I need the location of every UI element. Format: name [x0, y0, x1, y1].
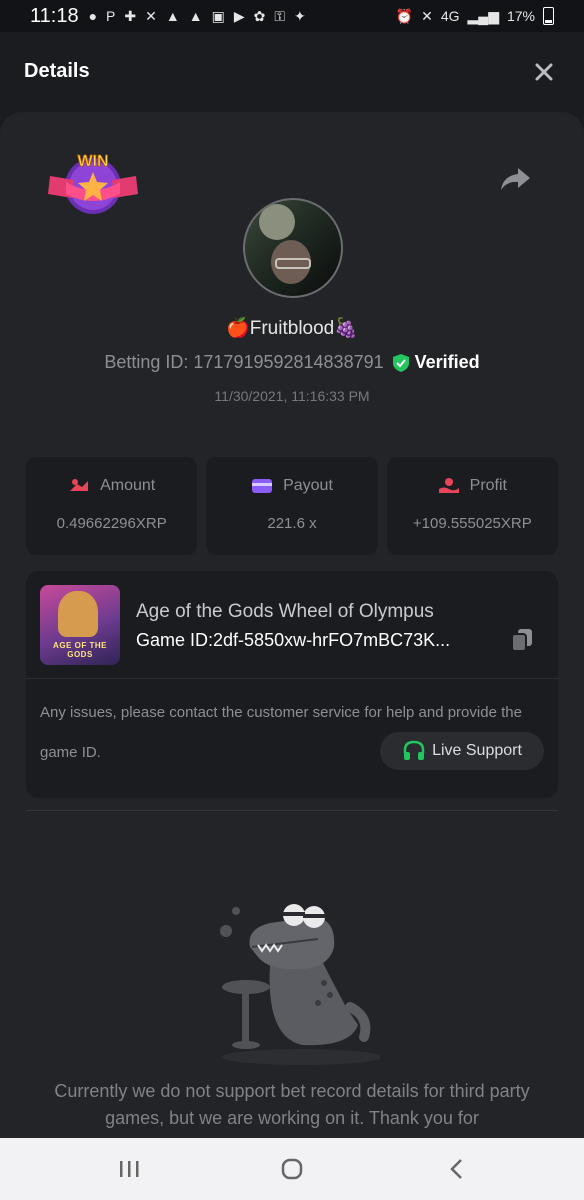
stat-amount-label: Amount	[100, 477, 156, 494]
game-id: Game ID:2df-5850xw-hrFO7mBC73K...	[136, 630, 450, 651]
notification-icon: ▲	[165, 8, 180, 24]
share-icon	[501, 168, 530, 190]
signal-icon: ▂▄▆	[467, 7, 499, 24]
recent-apps-button[interactable]	[118, 1160, 140, 1178]
system-icons: ⏰ ✕ 4G ▂▄▆ 17%	[396, 7, 554, 25]
battery-percent: 17%	[506, 8, 535, 24]
status-bar: 11:18 ● P ✚ ✕ ▲ ▲ ▣ ▶ ✿ ⚿ ✦ ⏰ ✕ 4G ▂▄▆ 1…	[0, 0, 584, 32]
header: Details	[0, 32, 584, 112]
copy-icon	[511, 629, 532, 652]
betting-id: Betting ID: 1717919592814838791	[104, 352, 384, 372]
stats-row: Amount 0.49662296XRP Payout 221.6 x Prof…	[26, 457, 558, 555]
avatar	[243, 198, 343, 298]
game-thumbnail[interactable]: AGE OF THE GODS	[40, 585, 120, 665]
home-button[interactable]	[281, 1158, 303, 1180]
win-badge-icon: WIN	[48, 153, 138, 214]
verified-label: Verified	[414, 352, 480, 372]
betting-id-row: Betting ID: 1717919592814838791 Verified	[0, 352, 584, 373]
card-icon	[252, 479, 273, 493]
game-card: AGE OF THE GODS Age of the Gods Wheel of…	[26, 571, 558, 798]
stat-amount-value: 0.49662296XRP	[56, 515, 167, 532]
game-id-label: Game ID:	[136, 630, 214, 650]
headset-icon	[403, 740, 425, 760]
live-support-label: Live Support	[432, 742, 522, 759]
status-time: 11:18	[30, 4, 79, 27]
card-divider	[26, 678, 558, 679]
stat-amount: Amount 0.49662296XRP	[26, 457, 198, 555]
game-name: Age of the Gods Wheel of Olympus	[136, 601, 434, 622]
vpn-key-icon: ⚿	[274, 7, 285, 24]
paypal-icon: P	[106, 8, 116, 24]
system-nav-bar	[0, 1138, 584, 1200]
close-icon	[535, 63, 553, 81]
crocodile-mascot-icon	[220, 904, 380, 1065]
page-title: Details	[24, 60, 90, 82]
third-party-notice: Currently we do not support bet record d…	[54, 1081, 530, 1128]
mute-icon: ✕	[421, 7, 433, 24]
amount-icon	[70, 479, 89, 491]
win-badge-text: WIN	[77, 153, 108, 170]
notification-icon: ▲	[188, 8, 203, 24]
details-panel: WIN 🍎Fruitblood🍇 Betting ID: 17179195928…	[0, 112, 584, 1142]
copy-button[interactable]	[510, 627, 534, 653]
stat-profit: Profit +109.555025XRP	[386, 457, 558, 555]
game-id-value: 2df-5850xw-hrFO7mBC73K...	[213, 630, 451, 650]
stat-payout-value: 221.6 x	[267, 515, 317, 532]
stat-profit-label: Profit	[469, 477, 507, 494]
stat-payout-label: Payout	[283, 477, 333, 494]
back-button[interactable]	[448, 1158, 464, 1180]
app-icon: ▶	[233, 7, 245, 24]
shield-icon: ✦	[293, 7, 306, 24]
share-button[interactable]	[498, 164, 532, 194]
4g-lte-icon: 4G	[440, 8, 460, 24]
verified-shield-icon	[392, 353, 409, 372]
image-icon: ▣	[211, 7, 225, 24]
stat-payout: Payout 221.6 x	[206, 457, 378, 555]
close-button[interactable]	[530, 58, 558, 86]
battery-icon	[543, 7, 554, 25]
bet-timestamp: 11/30/2021, 11:16:33 PM	[214, 388, 370, 404]
game-icon: ✚	[124, 7, 137, 24]
game-thumbnail-title: AGE OF THE GODS	[53, 641, 107, 659]
reddit-icon: ●	[88, 8, 98, 24]
missed-call-icon: ✕	[145, 7, 157, 24]
notification-icons: ● P ✚ ✕ ▲ ▲ ▣ ▶ ✿ ⚿ ✦	[89, 8, 306, 25]
profit-icon	[438, 478, 459, 493]
username: 🍎Fruitblood🍇	[226, 318, 358, 339]
live-support-button[interactable]: Live Support	[380, 732, 544, 770]
settings-icon: ✿	[253, 7, 266, 24]
stat-profit-value: +109.555025XRP	[412, 515, 532, 532]
section-divider	[26, 810, 558, 811]
verified-badge: Verified	[392, 352, 480, 373]
alarm-icon: ⏰	[395, 7, 414, 24]
